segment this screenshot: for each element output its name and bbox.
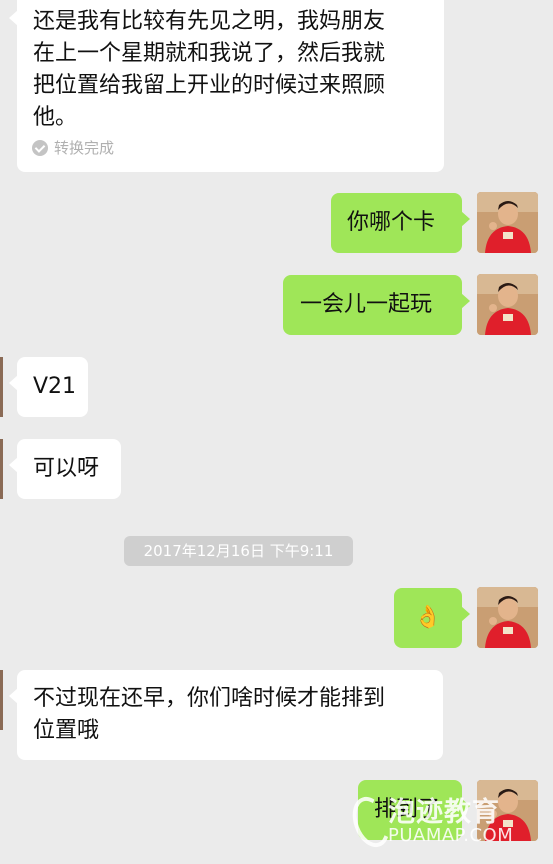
message-bubble-received[interactable]: V21: [9, 357, 88, 417]
message-line: 在上一个星期就和我说了，然后我就: [33, 41, 386, 66]
message-line: 把位置给我留上开业的时候过来照顾: [33, 73, 386, 98]
message-line: 还是我有比较有先见之明，我妈朋友: [33, 9, 386, 34]
avatar[interactable]: [0, 357, 3, 417]
watermark-text: 泡迹教育: [388, 797, 500, 828]
watermark-url: PUAMAP.COM: [388, 825, 514, 846]
ok-hand-emoji: 👌: [414, 605, 442, 630]
message-bubble-sent[interactable]: 👌: [394, 588, 470, 648]
message-text: 你哪个卡: [347, 210, 436, 235]
chat-timestamp: 2017年12月16日 下午9:11: [124, 536, 353, 566]
message-text: V21: [33, 374, 77, 399]
message-text: 可以呀: [33, 456, 100, 481]
translation-status-label: 转换完成: [54, 139, 115, 157]
message-bubble-sent[interactable]: 你哪个卡: [331, 193, 470, 253]
avatar[interactable]: [0, 670, 3, 730]
message-text: 一会儿一起玩: [300, 292, 433, 317]
avatar[interactable]: [477, 192, 538, 253]
translation-status: 转换完成: [32, 137, 114, 159]
message-line: 不过现在还早，你们啥时候才能排到: [33, 686, 386, 711]
watermark: 泡迹教育 PUAMAP.COM: [346, 790, 549, 860]
message-bubble-received[interactable]: 不过现在还早，你们啥时候才能排到 位置哦: [9, 670, 443, 760]
avatar[interactable]: [477, 274, 538, 335]
check-circle-icon: [32, 140, 48, 156]
message-line: 他。: [33, 105, 78, 130]
avatar[interactable]: [0, 439, 3, 499]
message-line: 位置哦: [33, 718, 100, 743]
message-bubble-sent[interactable]: 一会儿一起玩: [283, 275, 470, 335]
message-bubble-received[interactable]: 可以呀: [9, 439, 121, 499]
avatar[interactable]: [477, 587, 538, 648]
